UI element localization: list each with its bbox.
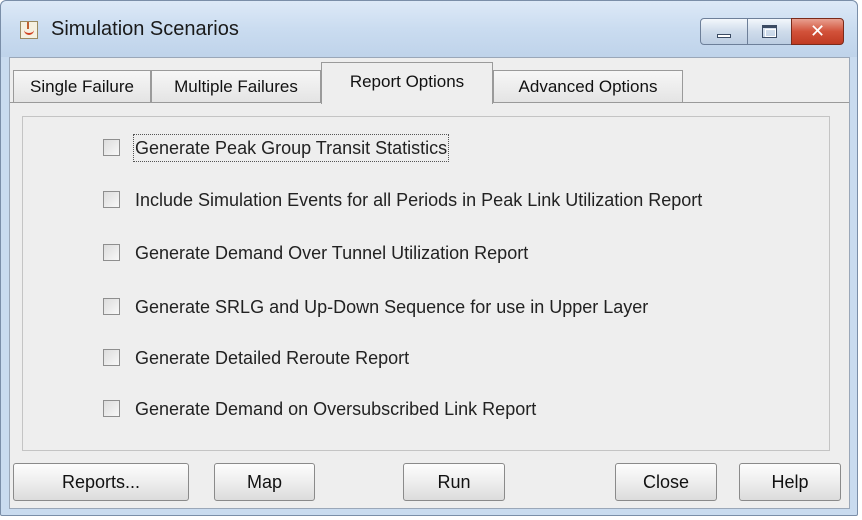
simulation-scenarios-window: Simulation Scenarios ✕ Single Failure Mu… <box>0 0 858 516</box>
close-button[interactable]: Close <box>615 463 717 501</box>
help-button[interactable]: Help <box>739 463 841 501</box>
java-coffee-cup-icon <box>20 21 38 39</box>
checkbox[interactable] <box>103 298 120 315</box>
checkbox[interactable] <box>103 191 120 208</box>
checkbox[interactable] <box>103 400 120 417</box>
checkbox[interactable] <box>103 244 120 261</box>
maximize-icon <box>762 25 777 38</box>
tab-single-failure[interactable]: Single Failure <box>13 70 151 102</box>
map-button[interactable]: Map <box>214 463 315 501</box>
dialog-content: Single Failure Multiple Failures Report … <box>9 57 850 509</box>
minimize-button[interactable] <box>700 18 748 45</box>
close-icon: ✕ <box>809 21 826 41</box>
window-title: Simulation Scenarios <box>51 18 239 40</box>
checkbox[interactable] <box>103 349 120 366</box>
title-bar[interactable]: Simulation Scenarios ✕ <box>1 1 857 57</box>
tab-bar: Single Failure Multiple Failures Report … <box>10 58 849 104</box>
reports-button[interactable]: Reports... <box>13 463 189 501</box>
option-label[interactable]: Generate Demand Over Tunnel Utilization … <box>135 241 528 265</box>
close-window-button[interactable]: ✕ <box>791 18 844 45</box>
run-button[interactable]: Run <box>403 463 505 501</box>
option-label[interactable]: Generate Peak Group Transit Statistics <box>132 134 450 162</box>
option-label[interactable]: Include Simulation Events for all Period… <box>135 188 702 212</box>
option-label[interactable]: Generate Demand on Oversubscribed Link R… <box>135 397 536 421</box>
report-options-panel: Generate Peak Group Transit Statistics I… <box>22 116 830 451</box>
option-label[interactable]: Generate SRLG and Up-Down Sequence for u… <box>135 295 648 319</box>
option-label[interactable]: Generate Detailed Reroute Report <box>135 346 409 370</box>
tab-advanced-options[interactable]: Advanced Options <box>493 70 683 102</box>
minimize-icon <box>717 34 731 38</box>
tab-multiple-failures[interactable]: Multiple Failures <box>151 70 321 102</box>
checkbox[interactable] <box>103 139 120 156</box>
maximize-button[interactable] <box>747 18 792 45</box>
tab-report-options[interactable]: Report Options <box>321 62 493 104</box>
